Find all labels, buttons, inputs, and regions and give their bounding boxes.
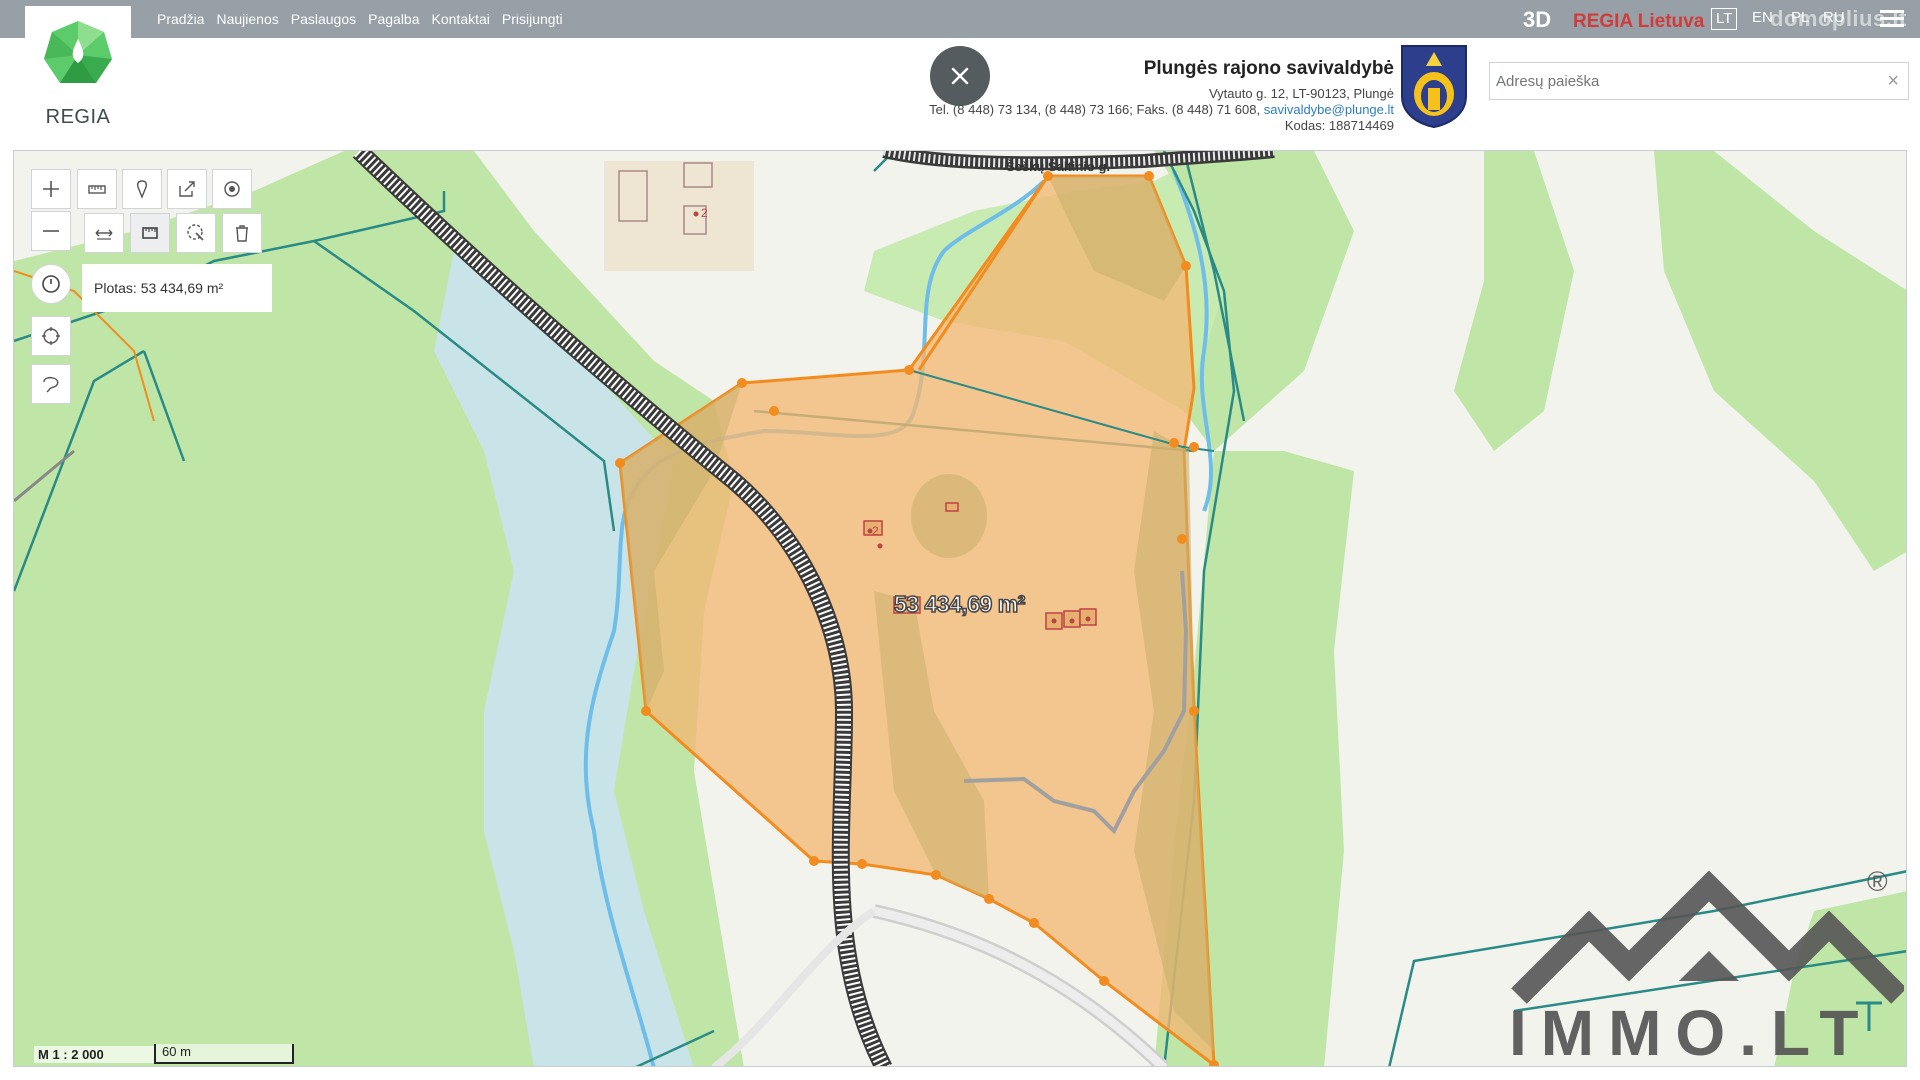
municipality-phones: Tel. (8 448) 73 134, (8 448) 73 166; Fak… (929, 102, 1261, 117)
zoom-out-button[interactable] (31, 211, 71, 251)
municipality-contacts: Tel. (8 448) 73 134, (8 448) 73 166; Fak… (694, 102, 1394, 118)
lasso-icon (43, 376, 59, 393)
immo-brand-text: IMMO.LT (1509, 997, 1873, 1067)
target-icon (224, 181, 240, 197)
municipality-email-link[interactable]: savivaldybe@plunge.lt (1264, 102, 1394, 117)
municipality-info: Plungės rajono savivaldybė Vytauto g. 12… (694, 58, 1394, 134)
regia-logo-icon (44, 21, 112, 83)
municipality-address: Vytauto g. 12, LT-90123, Plungė (1208, 86, 1394, 101)
municipality-name: Plungės rajono savivaldybė (1143, 58, 1394, 79)
3d-view-button[interactable]: 3D (1523, 7, 1551, 33)
measure-distance-button[interactable] (84, 213, 124, 253)
logo-text: REGIA (45, 106, 111, 128)
marker-icon (136, 180, 148, 199)
target-button[interactable] (212, 169, 252, 209)
nav-item-kontaktai[interactable]: Kontaktai (432, 11, 490, 27)
nav-item-pagalba[interactable]: Pagalba (368, 11, 419, 27)
area-info-panel: Plotas: 53 434,69 m² (82, 264, 272, 312)
measure-button[interactable] (77, 169, 117, 209)
nav-item-prisijungti[interactable]: Prisijungti (502, 11, 563, 27)
coat-of-arms-icon (1401, 45, 1467, 128)
lasso-button[interactable] (31, 364, 71, 404)
municipality-code: Kodas: 188714469 (1284, 118, 1394, 133)
nav-item-paslaugos[interactable]: Paslaugos (291, 11, 356, 27)
clear-icon[interactable]: × (1887, 71, 1899, 91)
delete-button[interactable] (222, 213, 262, 253)
select-feature-button[interactable] (176, 213, 216, 253)
main-nav: Pradžia Naujienos Paslaugos Pagalba Kont… (157, 0, 563, 38)
top-bar: Pradžia Naujienos Paslaugos Pagalba Kont… (0, 0, 1920, 38)
registered-mark: ® (1867, 866, 1888, 897)
area-measurement-label: 53 434,69 m² (893, 590, 1026, 618)
parcel-number: 2 (701, 206, 708, 220)
scale-bar: M 1 : 2 000 60 m (34, 1044, 294, 1064)
language-lt[interactable]: LT (1711, 8, 1738, 30)
scale-length: 60 m (154, 1044, 294, 1064)
locate-button[interactable] (31, 316, 71, 356)
scale-ratio: M 1 : 2 000 (34, 1045, 154, 1063)
measure-area-button[interactable] (130, 213, 170, 253)
measure-distance-icon (95, 229, 113, 240)
ruler-icon (88, 185, 106, 194)
zoom-in-icon (43, 181, 59, 197)
parcel-number: 2 (872, 524, 879, 538)
address-search[interactable]: × (1489, 62, 1909, 100)
nav-item-naujienos[interactable]: Naujienos (216, 11, 278, 27)
street-label: Šeškų Šaltinio g. (1006, 159, 1111, 174)
menu-icon[interactable] (1880, 10, 1904, 28)
regia-lietuva-link[interactable]: REGIA Lietuva (1573, 11, 1704, 33)
marker-button[interactable] (122, 169, 162, 209)
zoom-in-button[interactable] (31, 169, 71, 209)
immo-watermark: ® IMMO.LT (1509, 866, 1906, 1067)
locate-icon (42, 327, 60, 345)
immo-house-icon (1511, 870, 1906, 1004)
measure-area-icon (142, 227, 158, 239)
building-area (604, 161, 754, 271)
history-icon (42, 275, 60, 293)
history-button[interactable] (31, 264, 71, 304)
trash-icon (236, 225, 248, 242)
share-icon (179, 181, 195, 197)
nav-item-pradzia[interactable]: Pradžia (157, 11, 204, 27)
share-button[interactable] (167, 169, 207, 209)
select-icon (187, 224, 204, 241)
regia-logo[interactable]: REGIA (25, 6, 131, 128)
map-view[interactable]: 2 2 Šeškų Šaltinio g. 53 434,69 m² Plota… (13, 150, 1907, 1067)
address-search-input[interactable] (1490, 63, 1908, 99)
zoom-out-icon (43, 230, 59, 232)
